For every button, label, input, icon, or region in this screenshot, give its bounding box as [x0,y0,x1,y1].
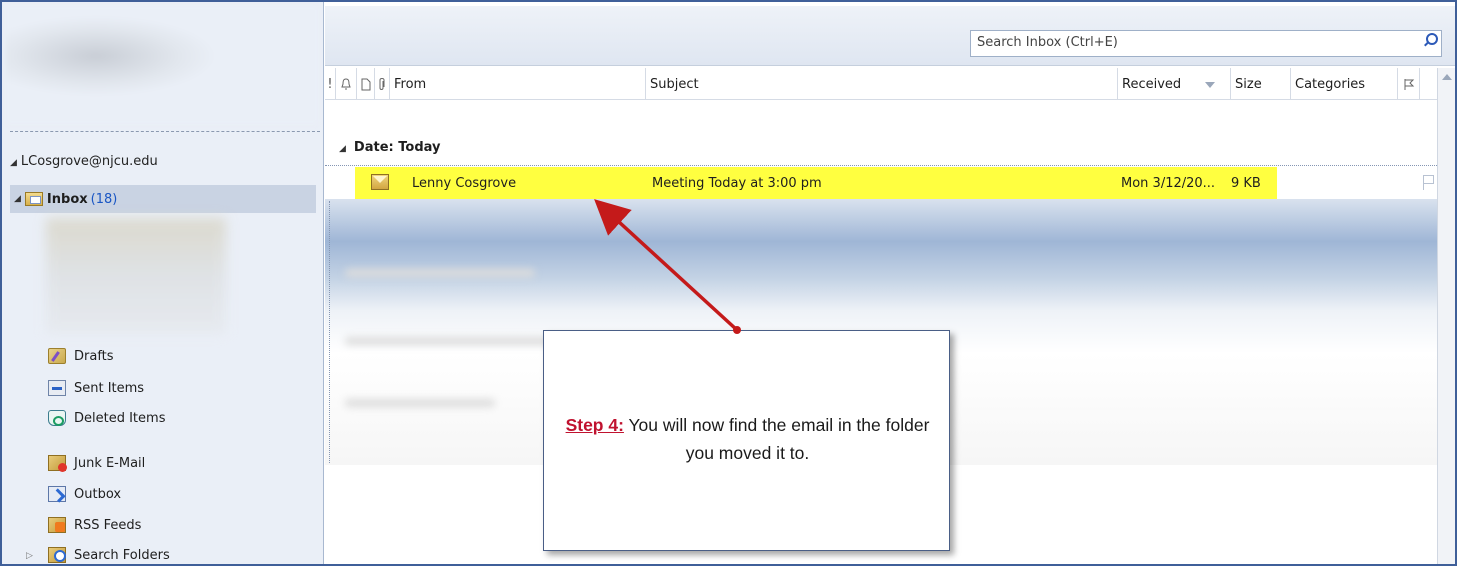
unread-count: (18) [90,191,118,207]
flag-icon[interactable] [1421,174,1435,190]
paperclip-icon [379,77,385,90]
list-toolbar: Search Inbox (Ctrl+E) [325,6,1455,66]
account-label: LCosgrove@njcu.edu [20,154,158,169]
outbox-folder-icon [48,486,66,502]
sort-descending-icon [1205,82,1215,88]
sidebar-item-drafts[interactable]: Drafts [48,345,114,367]
step-instruction: You will now find the email in the folde… [623,415,930,463]
message-received: Mon 3/12/20... [1121,175,1216,191]
sidebar-item-outbox[interactable]: Outbox [48,483,121,505]
folder-label: Drafts [74,348,114,364]
sidebar-item-junk-email[interactable]: Junk E-Mail [48,452,145,474]
collapse-triangle-icon[interactable]: ◢ [14,194,21,204]
search-icon[interactable] [1423,33,1438,47]
message-from: Lenny Cosgrove [412,175,517,191]
search-input[interactable]: Search Inbox (Ctrl+E) [970,30,1442,57]
column-flag[interactable] [1398,68,1420,100]
column-attachment[interactable] [375,68,390,100]
folder-label: Search Folders [74,547,170,563]
outlook-window: ◢ LCosgrove@njcu.edu ◢ Inbox (18) Drafts … [0,0,1457,566]
drafts-folder-icon [48,348,66,364]
group-label: Date: Today [353,140,441,155]
blurred-line [345,399,495,407]
sidebar-item-search-folders[interactable]: Search Folders [48,544,170,564]
sidebar-item-rss-feeds[interactable]: RSS Feeds [48,514,141,536]
folder-label: Outbox [74,486,122,502]
folder-label: RSS Feeds [74,517,142,533]
table-row[interactable]: Lenny Cosgrove Meeting Today at 3:00 pm … [355,167,1437,199]
instruction-callout: Step 4: You will now find the email in t… [543,330,950,551]
blurred-line [345,269,535,277]
folder-label: Junk E-Mail [74,455,146,471]
collapse-triangle-icon[interactable]: ◢ [339,144,346,154]
step-label: Step 4: [565,415,624,435]
inbox-folder-icon [24,192,43,206]
envelope-icon [371,174,389,190]
column-size[interactable]: Size [1231,68,1291,100]
message-size: 9 KB [1231,175,1261,191]
scroll-up-icon[interactable] [1442,74,1452,80]
blurred-region [6,6,318,124]
deleted-items-folder-icon [48,410,66,426]
column-header-row: ! From Subject Received Size Categories [325,68,1437,100]
account-node[interactable]: ◢ LCosgrove@njcu.edu [10,154,158,169]
sidebar-item-deleted-items[interactable]: Deleted Items [48,407,165,429]
rss-feeds-folder-icon [48,517,66,533]
column-categories[interactable]: Categories [1291,68,1398,100]
sidebar-item-sent-items[interactable]: Sent Items [48,377,144,399]
sent-items-folder-icon [48,380,66,396]
document-icon [361,78,370,90]
column-subject[interactable]: Subject [646,68,1118,100]
message-subject: Meeting Today at 3:00 pm [652,175,822,191]
blurred-region [46,218,226,334]
vertical-scrollbar[interactable] [1437,68,1455,564]
folder-label: Sent Items [74,380,145,396]
inbox-label: Inbox [46,191,88,207]
search-folders-icon [48,547,66,563]
expand-triangle-icon[interactable]: ▷ [26,551,33,561]
column-importance[interactable]: ! [325,68,336,100]
flag-icon [1404,78,1414,90]
junk-email-folder-icon [48,455,67,472]
navigation-pane: ◢ LCosgrove@njcu.edu ◢ Inbox (18) Drafts … [2,2,324,564]
sidebar-item-inbox[interactable]: ◢ Inbox (18) [10,185,316,213]
column-icon[interactable] [357,68,375,100]
column-reminder-icon[interactable] [336,68,357,100]
list-edge [329,201,330,463]
bell-icon [341,77,351,89]
folder-label: Deleted Items [74,410,166,426]
group-divider [325,165,1437,166]
callout-text: Step 4: You will now find the email in t… [554,411,941,467]
blurred-line [345,337,555,345]
column-from[interactable]: From [390,68,646,100]
collapse-triangle-icon[interactable]: ◢ [10,158,17,168]
group-header-today[interactable]: ◢ Date: Today [339,140,440,155]
nav-separator [10,131,320,132]
